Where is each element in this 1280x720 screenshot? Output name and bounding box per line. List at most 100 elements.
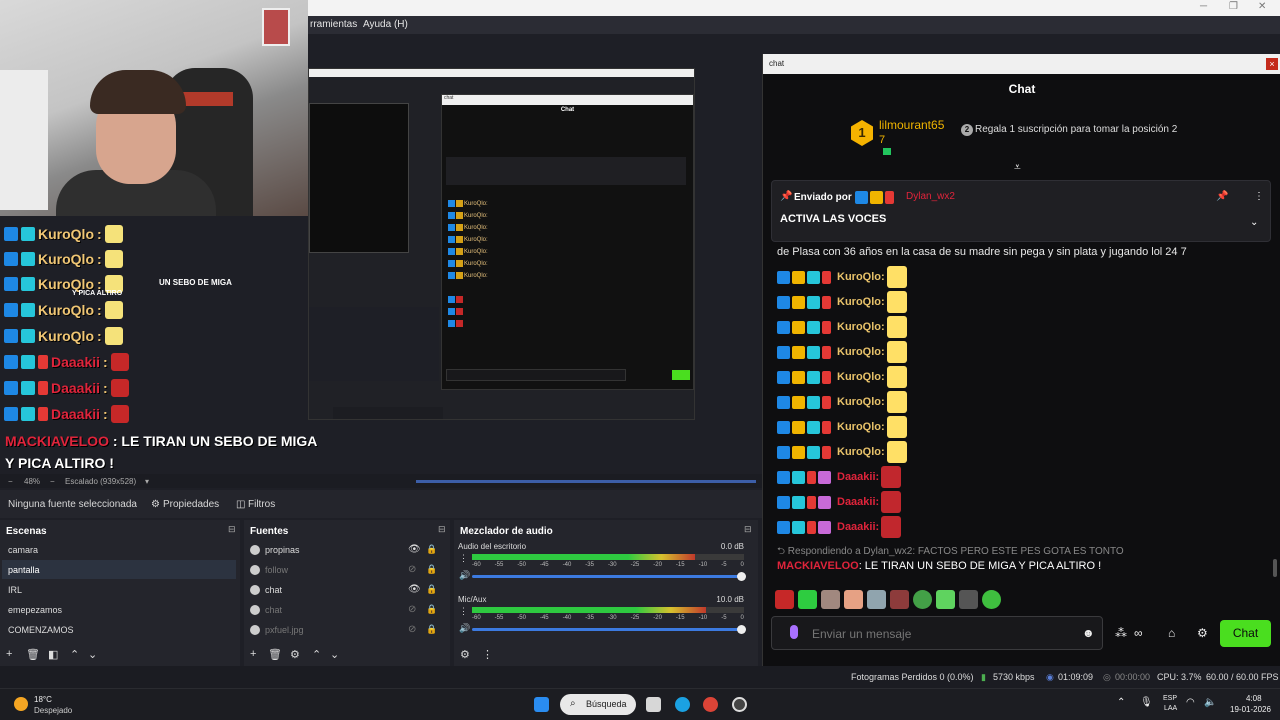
eye-hidden-icon[interactable]: ⊘: [408, 564, 416, 575]
task-view-icon[interactable]: [646, 697, 661, 712]
obs-icon[interactable]: [732, 697, 747, 712]
minimize-icon[interactable]: ─: [1200, 1, 1207, 12]
emote-icon[interactable]: [844, 590, 863, 609]
emote-icon[interactable]: [775, 590, 794, 609]
filters-button[interactable]: Filtros: [248, 499, 275, 510]
wifi-icon[interactable]: ◠: [1186, 697, 1195, 708]
keyboard-layout[interactable]: LAA: [1164, 705, 1177, 712]
lock-icon[interactable]: 🔒: [426, 604, 437, 615]
scene-item[interactable]: emepezamos: [2, 600, 236, 619]
preview-scrollbar[interactable]: [416, 480, 756, 483]
more-icon[interactable]: ⋮: [482, 648, 493, 661]
eye-icon[interactable]: 👁: [408, 544, 421, 555]
weather-icon[interactable]: [14, 697, 28, 711]
move-up-icon[interactable]: ⌃: [70, 648, 79, 661]
emote-icon[interactable]: [959, 590, 978, 609]
emoji-icon[interactable]: ☻: [1082, 626, 1095, 640]
dock-menu-icon[interactable]: ⊟: [228, 524, 236, 535]
chat-send-button[interactable]: Chat: [1220, 620, 1271, 647]
source-item[interactable]: chat 👁 🔒: [250, 580, 480, 599]
close-window-icon[interactable]: ✕: [1258, 1, 1266, 12]
volume-slider[interactable]: [472, 572, 746, 581]
dock-menu-icon[interactable]: ⊟: [744, 524, 752, 535]
chat-messages[interactable]: de Plasa con 36 años en la casa de su ma…: [763, 244, 1280, 584]
more-icon[interactable]: ⋮: [1254, 191, 1264, 202]
mic-tray-icon[interactable]: 🎙: [1140, 697, 1153, 708]
emote-icon[interactable]: [913, 590, 932, 609]
properties-button[interactable]: Propiedades: [163, 499, 219, 510]
trash-icon[interactable]: 🗑: [268, 648, 282, 661]
chevron-up-icon[interactable]: ⌃: [1117, 697, 1125, 708]
eye-hidden-icon[interactable]: ⊘: [408, 624, 416, 635]
filter-icon[interactable]: ◧: [48, 648, 58, 661]
zoom-out-icon[interactable]: −: [8, 477, 13, 486]
move-down-icon[interactable]: ⌄: [330, 648, 339, 661]
scale-dropdown-icon[interactable]: ▾: [145, 477, 149, 486]
lock-icon[interactable]: 🔒: [426, 544, 437, 555]
chevron-down-icon[interactable]: ⌄: [1250, 217, 1258, 228]
zoom-in-icon[interactable]: −: [50, 477, 55, 486]
speaker-icon[interactable]: 🔊: [459, 623, 470, 634]
trash-icon[interactable]: 🗑: [26, 648, 40, 661]
emote-icon[interactable]: [867, 590, 886, 609]
unpin-icon[interactable]: 📌: [1216, 191, 1228, 202]
mixer-settings-icon[interactable]: ⚙: [460, 648, 470, 661]
clock-time[interactable]: 4:08: [1246, 694, 1262, 703]
lock-icon[interactable]: 🔒: [426, 624, 437, 635]
dock-menu-icon[interactable]: ⊟: [438, 524, 446, 535]
volume-slider[interactable]: [472, 625, 746, 634]
leader-name[interactable]: lilmourant65: [879, 118, 944, 132]
emote-icon[interactable]: [798, 590, 817, 609]
scale-label[interactable]: Escalado (939x528): [65, 477, 136, 486]
source-item[interactable]: propinas 👁 🔒: [250, 540, 480, 559]
scene-item[interactable]: COMENZAMOS: [2, 620, 236, 639]
gear-icon[interactable]: ⚙: [151, 499, 160, 510]
gear-icon[interactable]: ⚙: [290, 648, 300, 661]
menu-help[interactable]: Ayuda (H): [363, 19, 408, 30]
filters-icon[interactable]: ◫: [236, 499, 245, 510]
collapse-icon[interactable]: ⩡: [1014, 160, 1021, 175]
menu-tools[interactable]: rramientas: [310, 19, 357, 30]
eye-icon[interactable]: 👁: [408, 584, 421, 595]
scene-item[interactable]: IRL: [2, 580, 236, 599]
pinned-user[interactable]: Dylan_wx2: [906, 191, 955, 202]
taskbar-search[interactable]: ⌕ Búsqueda: [560, 694, 636, 715]
volume-icon[interactable]: 🔈: [1204, 697, 1216, 708]
weather-temp[interactable]: 18°C: [34, 695, 52, 704]
speaker-icon[interactable]: 🔊: [459, 570, 470, 581]
emote-icon[interactable]: [890, 590, 909, 609]
language-code[interactable]: ESP: [1163, 695, 1177, 702]
edge-icon[interactable]: [675, 697, 690, 712]
maximize-icon[interactable]: ❐: [1229, 1, 1238, 12]
emote-icon[interactable]: [936, 590, 955, 609]
emote-icon[interactable]: [821, 590, 840, 609]
move-down-icon[interactable]: ⌄: [88, 648, 97, 661]
store-icon[interactable]: ⌂: [1168, 626, 1175, 640]
chat-input-box[interactable]: ☻: [771, 616, 1103, 650]
scene-item[interactable]: camara: [2, 540, 236, 559]
chrome-icon[interactable]: [703, 697, 718, 712]
emote-icon[interactable]: [982, 590, 1001, 609]
scene-item[interactable]: pantalla: [2, 560, 236, 579]
lock-icon[interactable]: 🔒: [426, 564, 437, 575]
chat-scrollbar[interactable]: [1273, 559, 1277, 577]
add-icon[interactable]: +: [6, 648, 12, 660]
more-icon[interactable]: ⋮: [459, 606, 468, 617]
weather-desc[interactable]: Despejado: [34, 706, 72, 715]
power-ups-icon[interactable]: ⁂: [1115, 626, 1127, 640]
gear-icon[interactable]: ⚙: [1197, 626, 1208, 640]
mic-icon[interactable]: [790, 625, 798, 639]
start-icon[interactable]: [534, 697, 549, 712]
chat-input[interactable]: [812, 627, 1062, 641]
close-icon[interactable]: ×: [1266, 58, 1278, 70]
infinity-icon[interactable]: ∞: [1134, 626, 1143, 640]
source-item[interactable]: follow ⊘ 🔒: [250, 560, 480, 579]
source-item[interactable]: chat ⊘ 🔒: [250, 600, 480, 619]
source-item[interactable]: pxfuel.jpg ⊘ 🔒: [250, 620, 480, 639]
add-icon[interactable]: +: [250, 648, 256, 660]
eye-hidden-icon[interactable]: ⊘: [408, 604, 416, 615]
gift-prompt[interactable]: Regala 1 suscripción para tomar la posic…: [975, 124, 1235, 135]
clock-date[interactable]: 19-01-2026: [1230, 705, 1271, 714]
more-icon[interactable]: ⋮: [459, 553, 468, 564]
lock-icon[interactable]: 🔒: [426, 584, 437, 595]
